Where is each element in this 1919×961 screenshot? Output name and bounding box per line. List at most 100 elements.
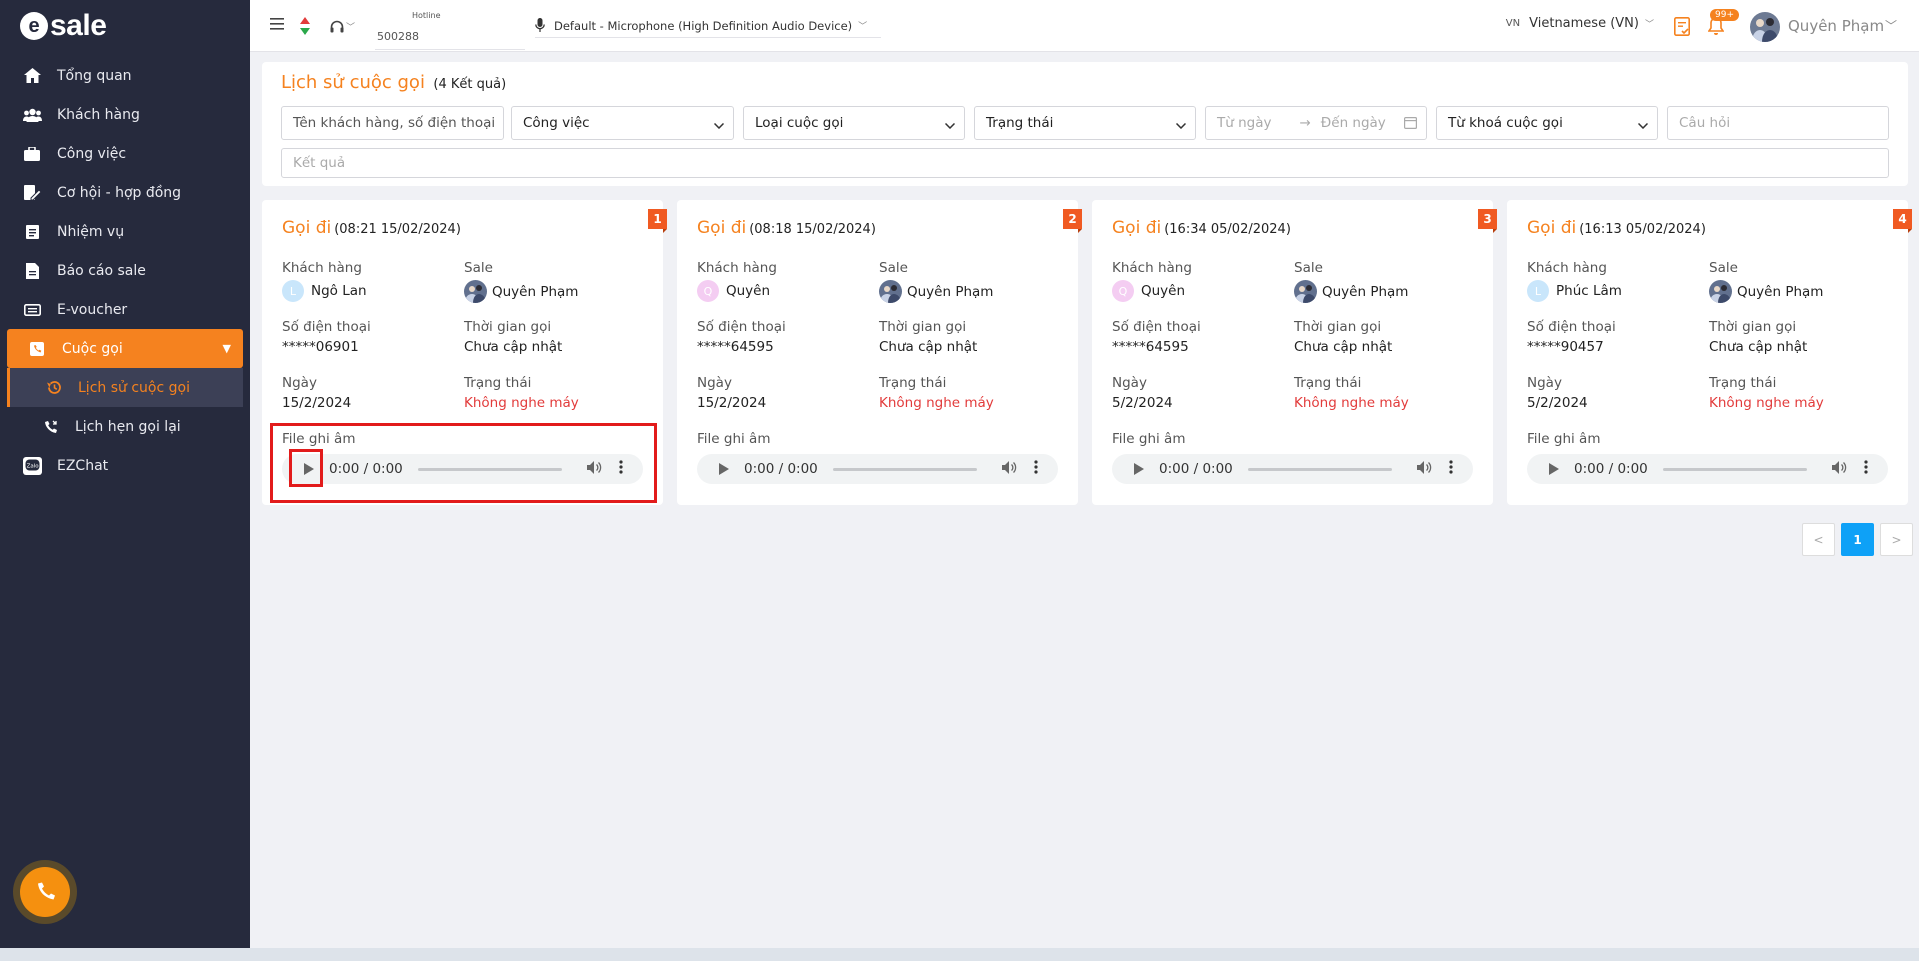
briefcase-icon	[22, 145, 42, 163]
call-time-label: Thời gian gọi	[879, 319, 967, 335]
status-value: Không nghe máy	[1294, 395, 1409, 411]
call-timestamp: (08:21 15/02/2024)	[334, 222, 461, 237]
customer-label: Khách hàng	[697, 260, 777, 276]
hotline-value[interactable]: 500288	[375, 24, 525, 50]
voucher-icon	[22, 301, 42, 319]
more-options-icon[interactable]	[1034, 460, 1038, 478]
call-timestamp: (16:34 05/02/2024)	[1164, 222, 1291, 237]
customer-info[interactable]: L Phúc Lâm	[1527, 280, 1622, 302]
chevron-down-icon: ﹀	[1644, 20, 1654, 30]
task-icon	[22, 223, 42, 241]
chevron-down-icon[interactable]: ﹀	[1885, 17, 1897, 34]
chevron-down-icon: ﹀	[858, 22, 868, 32]
seek-bar[interactable]	[1662, 467, 1807, 471]
phone-label: Số điện thoại	[1527, 319, 1616, 335]
card-header: Gọi đi (16:34 05/02/2024)	[1112, 218, 1291, 238]
to-date-input[interactable]: Đến ngày	[1321, 115, 1386, 131]
sidebar-item-opportunities[interactable]: Cơ hội - hợp đồng	[0, 173, 250, 212]
sidebar-item-customers[interactable]: Khách hàng	[0, 95, 250, 134]
sidebar-item-calls[interactable]: Cuộc gọi ▼	[7, 329, 243, 368]
sidebar-item-label: Công việc	[57, 145, 127, 162]
report-icon	[22, 262, 42, 280]
from-date-input[interactable]: Từ ngày	[1217, 115, 1271, 131]
customer-avatar: L	[282, 280, 304, 302]
users-icon	[22, 106, 42, 124]
status-select[interactable]: Trạng thái	[974, 106, 1196, 140]
sidebar-subitem-call-history[interactable]: Lịch sử cuộc gọi	[7, 368, 243, 407]
chevron-down-icon	[944, 117, 956, 133]
more-options-icon[interactable]	[1864, 460, 1868, 478]
more-options-icon[interactable]	[1449, 460, 1453, 478]
customer-name: Phúc Lâm	[1556, 283, 1622, 299]
play-icon[interactable]	[719, 463, 729, 475]
sidebar-item-jobs[interactable]: Công việc	[0, 134, 250, 173]
headset-dropdown[interactable]: ﹀	[330, 20, 355, 33]
phone-value: *****64595	[697, 339, 774, 355]
sidebar-item-sales-report[interactable]: Báo cáo sale	[0, 251, 250, 290]
sidebar-item-evoucher[interactable]: E-voucher	[0, 290, 250, 329]
sidebar-subitem-callback[interactable]: Lịch hẹn gọi lại	[0, 407, 250, 446]
result-input[interactable]: Kết quả	[281, 148, 1889, 178]
date-range-picker[interactable]: Từ ngày → Đến ngày	[1205, 106, 1427, 140]
play-icon[interactable]	[1134, 463, 1144, 475]
sidebar-item-tasks[interactable]: Nhiệm vụ	[0, 212, 250, 251]
customer-info[interactable]: Q Quyên	[1112, 280, 1185, 302]
language-select[interactable]: VN Vietnamese (VN) ﹀	[1506, 16, 1654, 31]
avatar[interactable]	[1750, 12, 1780, 42]
customer-info[interactable]: Q Quyên	[697, 280, 770, 302]
call-direction-icon[interactable]	[300, 17, 310, 39]
sidebar-item-overview[interactable]: Tổng quan	[0, 56, 250, 95]
keyword-select[interactable]: Từ khoá cuộc gọi	[1436, 106, 1658, 140]
customer-avatar: Q	[697, 280, 719, 302]
date-label: Ngày	[697, 375, 732, 391]
call-fab-button[interactable]	[13, 860, 77, 924]
customer-search-input[interactable]: Tên khách hàng, số điện thoại	[281, 106, 504, 140]
chevron-down-icon: ﹀	[346, 23, 356, 33]
customer-avatar: L	[1527, 280, 1549, 302]
call-time-label: Thời gian gọi	[1294, 319, 1382, 335]
microphone-select[interactable]: Default - Microphone (High Definition Au…	[535, 14, 882, 38]
avatar	[879, 280, 902, 303]
audio-player: 0:00 / 0:00	[1527, 454, 1888, 484]
seek-bar[interactable]	[832, 467, 977, 471]
sidebar-item-ezchat[interactable]: Zalo EZChat	[0, 446, 250, 485]
sale-name: Quyên Phạm	[1737, 283, 1824, 300]
play-icon[interactable]	[1549, 463, 1559, 475]
contract-icon	[22, 184, 42, 202]
chevron-down-icon: ▼	[222, 342, 231, 355]
pagination-next[interactable]: >	[1880, 523, 1913, 556]
phone-label: Số điện thoại	[282, 319, 371, 335]
sidebar-item-label: Cuộc gọi	[62, 340, 123, 357]
notification-badge: 99+	[1710, 9, 1739, 21]
logo[interactable]: e sale	[0, 0, 250, 52]
call-type-select[interactable]: Loại cuộc gọi	[743, 106, 965, 140]
sale-name: Quyên Phạm	[907, 283, 994, 300]
sidebar-item-label: Báo cáo sale	[57, 262, 146, 279]
user-name[interactable]: Quyên Phạm	[1788, 17, 1884, 35]
seek-bar[interactable]	[1247, 467, 1392, 471]
customer-info[interactable]: L Ngô Lan	[282, 280, 367, 302]
volume-icon[interactable]	[1416, 460, 1432, 478]
date-label: Ngày	[1112, 375, 1147, 391]
question-input[interactable]: Câu hỏi	[1667, 106, 1889, 140]
card-number: 2	[1063, 209, 1082, 233]
volume-icon[interactable]	[1001, 460, 1017, 478]
result-count: (4 Kết quả)	[433, 77, 507, 92]
pagination-prev[interactable]: <	[1802, 523, 1835, 556]
pagination-page[interactable]: 1	[1841, 523, 1874, 556]
call-time-label: Thời gian gọi	[1709, 319, 1797, 335]
card-number: 3	[1478, 209, 1497, 233]
sale-label: Sale	[464, 260, 493, 276]
call-time-value: Chưa cập nhật	[1709, 339, 1808, 355]
avatar	[464, 280, 487, 303]
volume-icon[interactable]	[1831, 460, 1847, 478]
highlight-box	[289, 449, 323, 487]
menu-toggle-icon[interactable]	[270, 17, 286, 34]
sale-label: Sale	[879, 260, 908, 276]
task-list-icon[interactable]	[1674, 16, 1690, 40]
player-time: 0:00 / 0:00	[1159, 461, 1233, 477]
job-select[interactable]: Công việc	[511, 106, 734, 140]
recording-label: File ghi âm	[1112, 431, 1186, 447]
call-card: 2 Gọi đi (08:18 15/02/2024) Khách hàng Sale Q…	[677, 200, 1082, 505]
card-number: 1	[648, 209, 667, 233]
